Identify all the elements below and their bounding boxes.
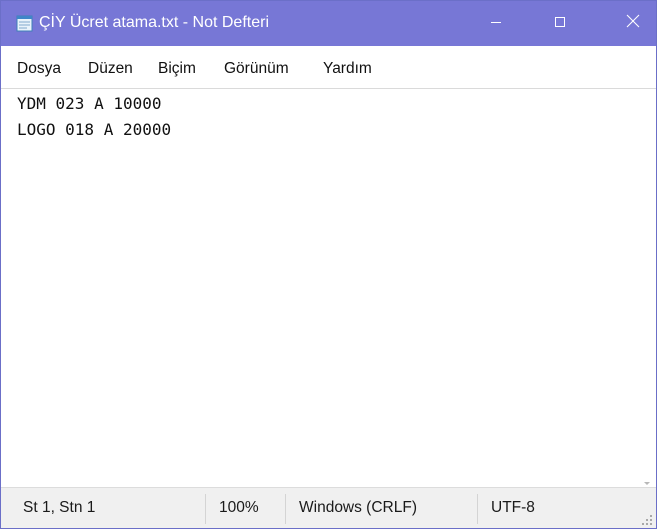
maximize-button[interactable] bbox=[537, 1, 583, 46]
resize-grip-icon[interactable] bbox=[641, 513, 653, 525]
zoom-level: 100% bbox=[219, 499, 259, 516]
minimize-icon bbox=[490, 15, 502, 33]
title-bar[interactable]: ÇİY Ücret atama.txt - Not Defteri bbox=[1, 1, 656, 46]
minimize-button[interactable] bbox=[473, 1, 519, 46]
maximize-icon bbox=[554, 15, 566, 33]
menu-file[interactable]: Dosya bbox=[17, 59, 61, 79]
status-bar: St 1, Stn 1 100% Windows (CRLF) UTF-8 bbox=[1, 487, 656, 528]
status-divider bbox=[285, 494, 286, 524]
scroll-down-arrow-icon[interactable] bbox=[644, 482, 650, 485]
menu-format[interactable]: Biçim bbox=[158, 59, 196, 79]
close-button[interactable] bbox=[610, 1, 656, 46]
notepad-window: ÇİY Ücret atama.txt - Not Defteri Dosya … bbox=[0, 0, 657, 529]
line-ending: Windows (CRLF) bbox=[299, 499, 417, 516]
text-line: LOGO 018 A 20000 bbox=[17, 120, 172, 139]
text-editor[interactable]: YDM 023 A 10000 LOGO 018 A 20000 bbox=[1, 88, 638, 487]
status-divider bbox=[477, 494, 478, 524]
menu-help[interactable]: Yardım bbox=[323, 59, 372, 79]
menu-view[interactable]: Görünüm bbox=[224, 59, 289, 79]
text-line: YDM 023 A 10000 bbox=[17, 94, 162, 113]
status-divider bbox=[205, 494, 206, 524]
cursor-position: St 1, Stn 1 bbox=[23, 499, 96, 516]
close-icon bbox=[626, 14, 640, 33]
encoding: UTF-8 bbox=[491, 499, 535, 516]
menu-edit[interactable]: Düzen bbox=[88, 59, 133, 79]
menu-bar: Dosya Düzen Biçim Görünüm Yardım bbox=[1, 46, 656, 88]
vertical-scrollbar[interactable] bbox=[638, 88, 656, 487]
window-title: ÇİY Ücret atama.txt - Not Defteri bbox=[39, 14, 269, 31]
notepad-icon bbox=[16, 15, 34, 32]
